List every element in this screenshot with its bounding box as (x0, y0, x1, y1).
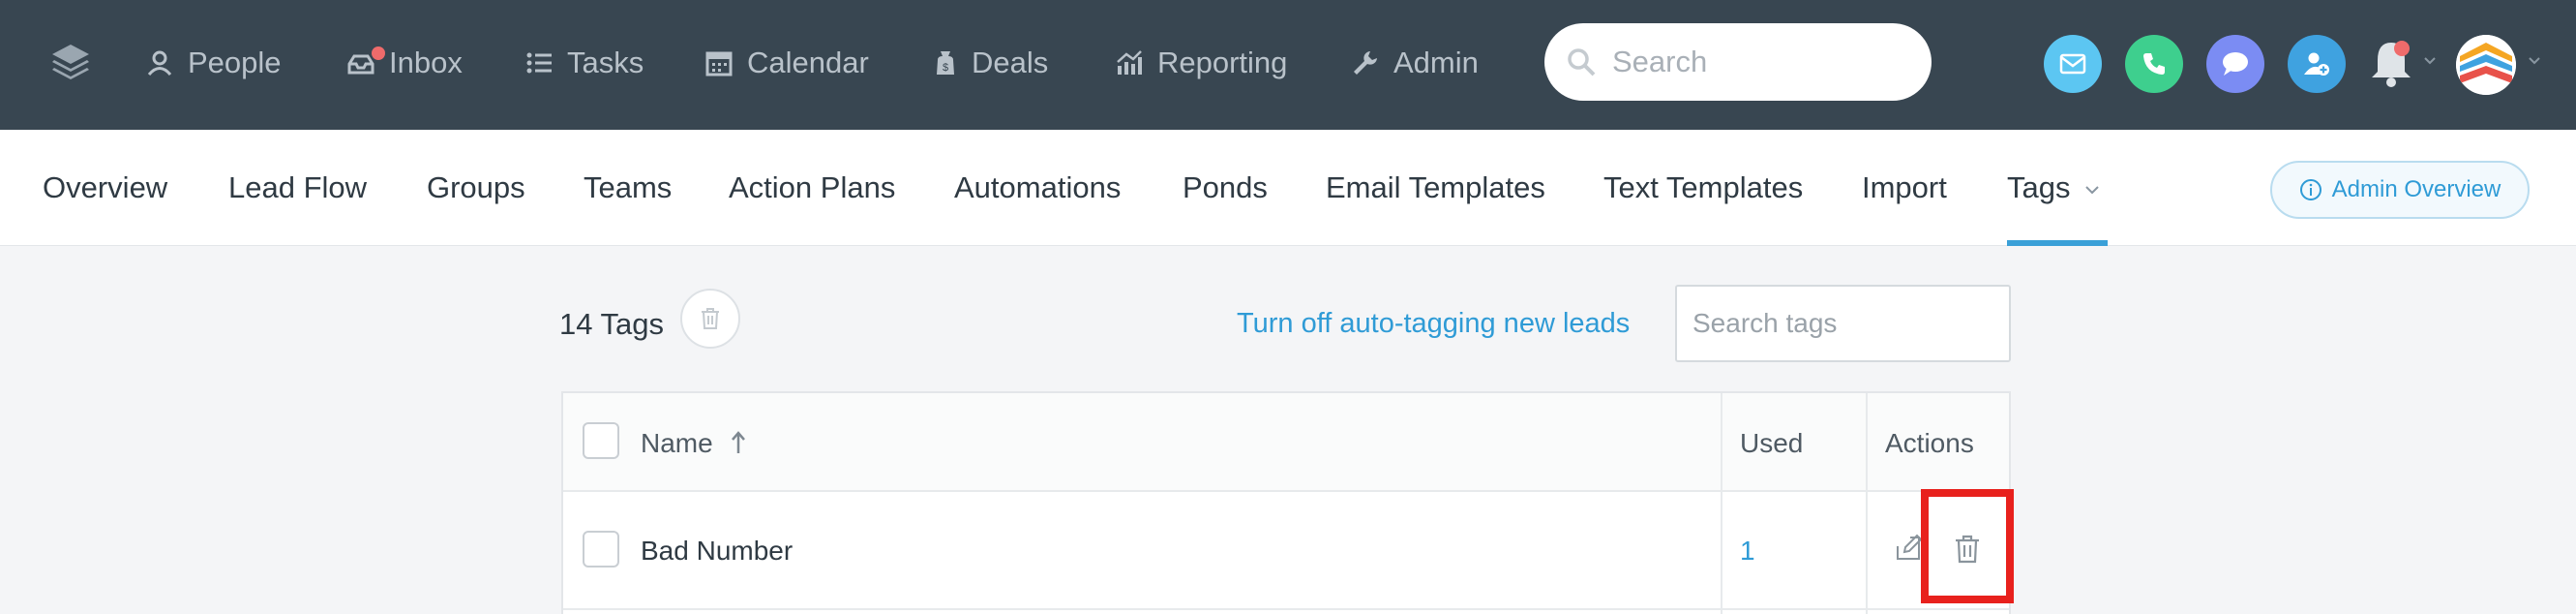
column-divider (1866, 393, 1868, 614)
global-search[interactable] (1544, 23, 1932, 101)
trash-icon (702, 308, 719, 329)
person-icon (147, 50, 172, 77)
svg-text:$: $ (943, 62, 948, 74)
quick-call-button[interactable] (2125, 35, 2183, 93)
tags-chevron-down-icon (2085, 186, 2099, 195)
quick-add-contact-button[interactable] (2288, 35, 2346, 93)
tags-count: 14 Tags (559, 307, 665, 341)
nav-admin[interactable]: Admin (1351, 39, 1479, 87)
tab-groups[interactable]: Groups (427, 170, 525, 205)
select-all-checkbox[interactable] (583, 422, 619, 459)
tag-used-count[interactable]: 1 (1740, 536, 1755, 567)
turn-off-autotagging-link[interactable]: Turn off auto-tagging new leads (1237, 308, 1630, 340)
tab-action-plans[interactable]: Action Plans (729, 170, 895, 205)
row-select-checkbox[interactable] (583, 531, 619, 568)
nav-calendar-label: Calendar (747, 46, 869, 79)
sort-ascending-arrow-icon (732, 431, 746, 453)
inbox-notification-dot (372, 46, 385, 60)
column-actions-header: Actions (1885, 428, 1974, 458)
chat-icon (2223, 52, 2248, 76)
nav-people[interactable]: People (145, 39, 282, 87)
user-menu-chevron-down-icon[interactable] (2528, 56, 2541, 66)
tag-name[interactable]: Bad Number (641, 536, 793, 567)
admin-overview-button[interactable]: Admin Overview (2270, 161, 2530, 219)
tab-overview[interactable]: Overview (43, 170, 167, 205)
quick-chat-button[interactable] (2206, 35, 2264, 93)
tab-tags[interactable]: Tags (2007, 170, 2100, 205)
notifications-bell-icon[interactable] (2367, 37, 2415, 89)
tab-import[interactable]: Import (1862, 170, 1947, 205)
info-icon (2299, 179, 2321, 200)
wrench-icon (1354, 51, 1377, 75)
nav-deals[interactable]: $ Deals (933, 39, 1048, 87)
tab-teams[interactable]: Teams (584, 170, 672, 205)
nav-admin-label: Admin (1393, 46, 1479, 79)
admin-subnav: Overview Lead Flow Groups Teams Action P… (0, 130, 2576, 246)
nav-deals-label: Deals (972, 46, 1049, 79)
nav-calendar[interactable]: Calendar (704, 39, 869, 87)
tab-email-templates[interactable]: Email Templates (1326, 170, 1545, 205)
global-search-input[interactable] (1612, 45, 1902, 79)
delete-action-highlight-box (1921, 489, 2014, 603)
deals-bag-icon: $ (937, 51, 954, 75)
reporting-chart-icon (1117, 50, 1142, 75)
column-name-label: Name (641, 428, 713, 458)
nav-people-label: People (188, 46, 282, 79)
admin-overview-label: Admin Overview (2331, 176, 2501, 202)
column-used-header[interactable]: Used (1740, 428, 1803, 459)
app-logo-icon[interactable] (48, 41, 93, 85)
quick-email-button[interactable] (2044, 35, 2102, 93)
tasks-list-icon (526, 52, 552, 74)
tab-text-templates[interactable]: Text Templates (1603, 170, 1803, 205)
tab-automations[interactable]: Automations (954, 170, 1121, 205)
nav-tasks-label: Tasks (567, 46, 644, 79)
nav-inbox-label: Inbox (389, 46, 463, 79)
tab-tags-label: Tags (2007, 170, 2071, 204)
tags-table: Name Used Actions Bad Number 1 (561, 391, 2011, 614)
edit-pencil-icon[interactable] (1893, 533, 1924, 564)
column-name-header[interactable]: Name (641, 428, 747, 459)
table-row: Bad Number 1 (563, 492, 2009, 610)
tab-lead-flow[interactable]: Lead Flow (228, 170, 367, 205)
search-icon (1568, 48, 1596, 77)
bulk-delete-button[interactable] (680, 289, 740, 349)
table-header: Name Used Actions (563, 393, 2009, 492)
search-tags-input[interactable] (1675, 285, 2011, 362)
nav-inbox[interactable]: Inbox (346, 39, 463, 87)
nav-tasks[interactable]: Tasks (524, 39, 644, 87)
top-navigation-bar: People Inbox Tasks Calendar $ Deals Repo… (0, 0, 2576, 130)
avatar-image-icon (2456, 35, 2516, 95)
phone-icon (2143, 53, 2165, 75)
nav-reporting[interactable]: Reporting (1115, 39, 1287, 87)
active-tab-indicator (2007, 240, 2108, 246)
column-divider (1721, 393, 1722, 614)
nav-reporting-label: Reporting (1157, 46, 1288, 79)
user-avatar[interactable] (2456, 35, 2516, 95)
notifications-chevron-down-icon[interactable] (2423, 56, 2437, 66)
tab-ponds[interactable]: Ponds (1183, 170, 1268, 205)
add-contact-icon (2304, 52, 2329, 76)
calendar-icon (705, 51, 733, 77)
email-icon (2059, 53, 2086, 75)
